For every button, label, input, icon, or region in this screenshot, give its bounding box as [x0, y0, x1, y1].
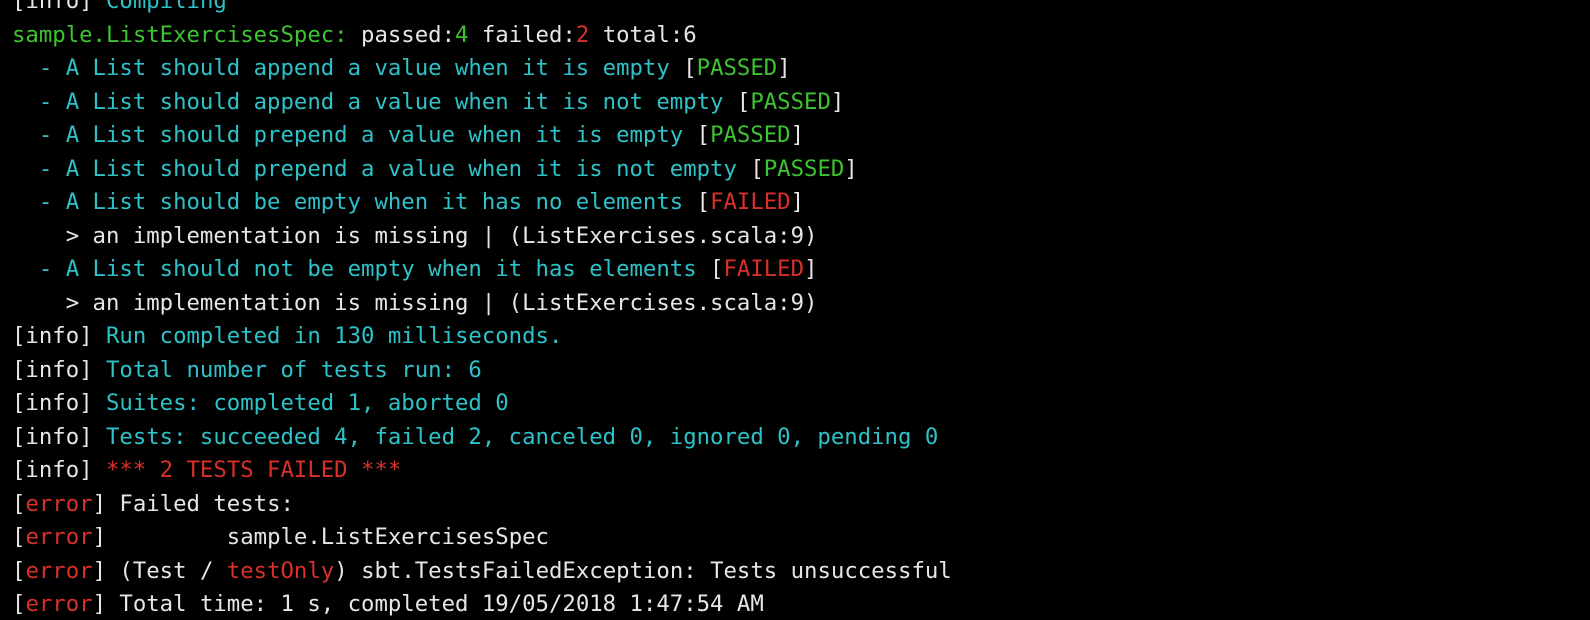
terminal-text-segment: ]	[790, 189, 805, 215]
terminal-text-segment: failed:	[468, 21, 576, 48]
terminal-text-segment: FAILED	[710, 189, 791, 215]
terminal-text-segment: [info]	[12, 390, 106, 416]
terminal-line: [error] (Test / testOnly) sbt.TestsFaile…	[0, 555, 952, 589]
terminal-text-segment: total:6	[589, 21, 697, 48]
terminal-text-segment: > an implementation is missing | (ListEx…	[12, 289, 818, 316]
terminal-text-segment: Run completed in 130 milliseconds.	[105, 323, 563, 349]
terminal-text-segment: ] Failed tests:	[92, 490, 294, 517]
terminal-line: [info] Tests: succeeded 4, failed 2, can…	[0, 421, 952, 455]
terminal-text-segment: Suites: completed 1, aborted 0	[105, 390, 509, 416]
terminal-line: - A List should prepend a value when it …	[0, 153, 952, 187]
terminal-scrollbar[interactable]	[1576, 0, 1590, 620]
terminal-text-segment: PASSED	[710, 122, 791, 148]
terminal-line: sample.ListExercisesSpec: passed:4 faile…	[0, 19, 952, 53]
terminal-line: [info] Suites: completed 1, aborted 0	[0, 387, 952, 421]
terminal-text-segment: [	[696, 189, 711, 215]
terminal-text-segment: ]	[79, 0, 106, 14]
terminal-line: [info] *** 2 TESTS FAILED ***	[0, 454, 952, 488]
terminal-text-segment: - A List should append a value when it i…	[12, 88, 737, 115]
terminal-text-segment: [info]	[12, 356, 106, 383]
terminal-text-segment: ) sbt.TestsFailedException: Tests unsucc…	[334, 557, 952, 584]
terminal-text-segment: Total number of tests run: 6	[105, 356, 482, 383]
terminal-text-segment: error	[25, 591, 93, 617]
terminal-line: - A List should be empty when it has no …	[0, 186, 952, 220]
terminal-text-segment: ]	[830, 88, 845, 115]
terminal-text-segment: Compiling	[106, 0, 227, 14]
terminal-text-segment: PASSED	[750, 88, 831, 115]
terminal-line: > an implementation is missing | (ListEx…	[0, 287, 952, 321]
terminal-text-segment: [info]	[12, 323, 106, 349]
terminal-text-segment: [	[12, 557, 26, 584]
terminal-line: - A List should append a value when it i…	[0, 86, 952, 120]
terminal-text-segment: error	[25, 557, 93, 584]
terminal-text-segment: sample.ListExercisesSpec:	[12, 21, 362, 48]
terminal-text-segment: PASSED	[763, 155, 845, 182]
terminal-text-segment: ] Total time: 1 s, completed 19/05/2018 …	[92, 591, 764, 617]
terminal-text-segment: PASSED	[696, 55, 778, 81]
terminal-text-segment: ]	[790, 122, 805, 148]
terminal-line: [error] Failed tests:	[0, 488, 952, 522]
terminal-text-segment: info	[25, 0, 80, 14]
terminal-text-segment: [	[696, 122, 711, 148]
terminal-text-segment: > an implementation is missing | (ListEx…	[12, 222, 818, 249]
terminal-text-segment: [	[12, 591, 26, 617]
terminal-text-segment: [	[12, 0, 26, 14]
terminal-line: [error] sample.ListExercisesSpec	[0, 521, 952, 555]
terminal-text-segment: [info]	[12, 423, 106, 450]
terminal-text-segment: [	[736, 88, 751, 115]
terminal-text-segment: - A List should not be empty when it has…	[12, 256, 711, 282]
terminal-text-segment: Tests: succeeded 4, failed 2, canceled 0…	[105, 423, 939, 450]
terminal-line: [error] Total time: 1 s, completed 19/05…	[0, 588, 952, 620]
terminal-line: - A List should not be empty when it has…	[0, 253, 952, 287]
terminal-line: [info] Run completed in 130 milliseconds…	[0, 320, 952, 354]
terminal-line: - A List should append a value when it i…	[0, 52, 952, 86]
terminal-text-segment: - A List should be empty when it has no …	[12, 189, 697, 215]
terminal-text-segment: [	[683, 55, 697, 81]
terminal-text-segment: - A List should append a value when it i…	[12, 55, 684, 81]
terminal-line: - A List should prepend a value when it …	[0, 119, 952, 153]
terminal-text-segment: passed:	[361, 21, 455, 48]
terminal-text-segment: ]	[804, 256, 818, 282]
terminal-line: > an implementation is missing | (ListEx…	[0, 220, 952, 254]
terminal-text-segment: [	[12, 524, 26, 550]
terminal-text-segment: - A List should prepend a value when it …	[12, 155, 751, 182]
terminal-text-segment: ] (Test /	[92, 557, 227, 584]
terminal-text-segment: error	[25, 524, 93, 550]
terminal-text-segment: *** 2 TESTS FAILED ***	[105, 457, 402, 483]
terminal-text-segment: 2	[575, 21, 590, 48]
terminal-text-segment: 4	[455, 21, 469, 48]
terminal-text-segment: ] sample.ListExercisesSpec	[92, 524, 549, 550]
terminal-text-segment: [info]	[12, 457, 106, 483]
terminal-text-segment: ]	[844, 155, 858, 182]
terminal-text-segment: [	[12, 490, 26, 517]
terminal-text-segment: [	[710, 256, 724, 282]
terminal-text-segment: ]	[777, 55, 791, 81]
terminal-text-segment: [	[750, 155, 764, 182]
terminal-text-segment: FAILED	[723, 256, 805, 282]
terminal-line: [info] Compiling	[0, 0, 952, 19]
terminal-output: [info] Compiling sample.ListExercisesSpec…	[0, 0, 952, 620]
terminal-line: [info] Total number of tests run: 6	[0, 354, 952, 388]
terminal-text-segment: error	[25, 490, 93, 517]
terminal-text-segment: testOnly	[226, 557, 335, 584]
terminal-text-segment: - A List should prepend a value when it …	[12, 122, 697, 148]
terminal-window[interactable]: [info] Compiling sample.ListExercisesSpec…	[0, 0, 1590, 620]
